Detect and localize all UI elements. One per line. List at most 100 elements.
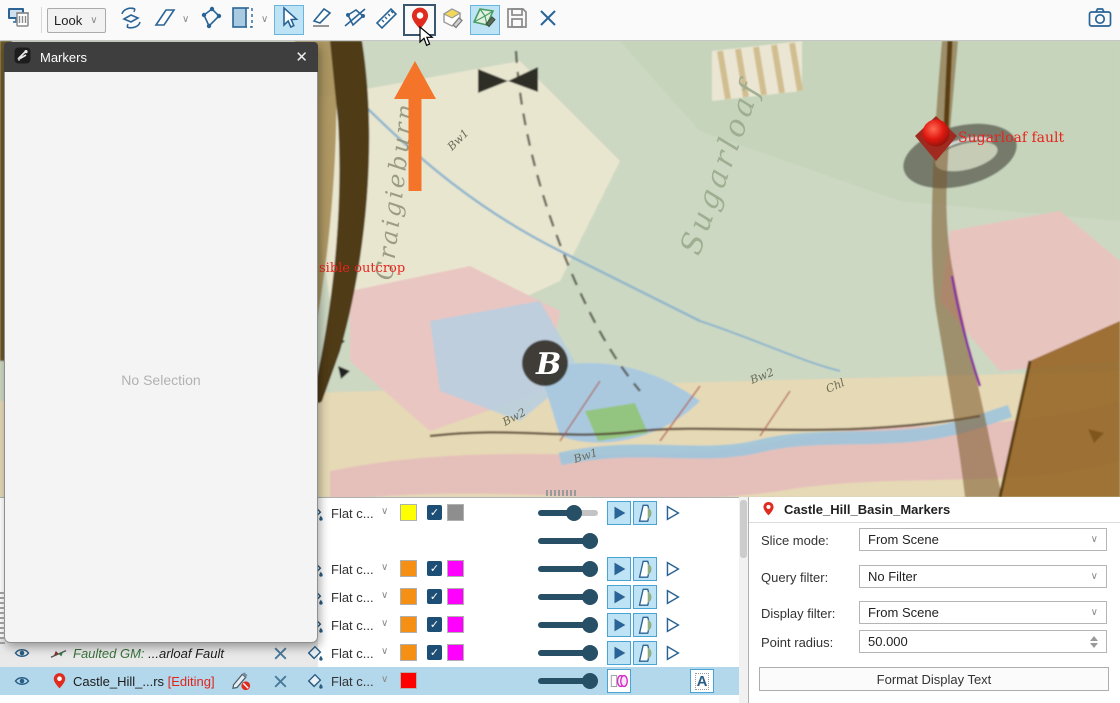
toolbar: Look ∨ ∨ ∨ [0, 0, 1120, 41]
chevron-down-icon[interactable]: ∨ [381, 674, 388, 685]
editing-badge: [Editing] [164, 674, 215, 689]
slice-flag-button[interactable] [633, 613, 657, 637]
colour-swatch[interactable] [447, 560, 464, 577]
chevron-down-icon: ∨ [1091, 534, 1098, 545]
play-button[interactable] [607, 613, 631, 637]
display-filter-select[interactable]: From Scene ∨ [859, 601, 1107, 624]
play-button[interactable] [607, 641, 631, 665]
play-outline-button[interactable] [660, 557, 684, 581]
text-format-button[interactable]: A [690, 669, 714, 693]
colour-swatch[interactable] [400, 672, 417, 689]
colour-swatch[interactable] [447, 504, 464, 521]
ruler-button[interactable] [372, 5, 402, 35]
checkbox-checked[interactable]: ✓ [427, 561, 442, 576]
opacity-slider[interactable] [538, 506, 598, 520]
slice-flag-button[interactable] [633, 501, 657, 525]
play-button[interactable] [607, 585, 631, 609]
draw-polyline-button[interactable] [340, 5, 370, 35]
play-button[interactable] [607, 557, 631, 581]
shading-dropdown[interactable]: Flat c... [331, 590, 377, 605]
chevron-down-icon[interactable]: ∨ [381, 618, 388, 629]
slice-flag-button[interactable] [633, 641, 657, 665]
chevron-down-icon[interactable]: ∨ [381, 562, 388, 573]
visibility-eye-icon[interactable] [13, 673, 31, 694]
query-filter-select[interactable]: No Filter ∨ [859, 565, 1107, 588]
opacity-slider[interactable] [538, 534, 598, 548]
no-selection-text: No Selection [5, 372, 317, 388]
left-splitter-handle[interactable] [0, 592, 5, 644]
chevron-down-icon[interactable]: ∨ [381, 506, 388, 517]
spinner-arrows-icon[interactable] [1090, 636, 1098, 648]
checkbox-checked[interactable]: ✓ [427, 617, 442, 632]
colour-swatch[interactable] [400, 644, 417, 661]
cancel-button[interactable] [533, 5, 563, 35]
play-outline-button[interactable] [660, 641, 684, 665]
checkbox-checked[interactable]: ✓ [427, 505, 442, 520]
remove-from-scene-icon[interactable] [272, 645, 289, 667]
shading-dropdown[interactable]: Flat c... [331, 618, 377, 633]
slice-mode-select[interactable]: From Scene ∨ [859, 528, 1107, 551]
shading-dropdown[interactable]: Flat c... [331, 674, 377, 689]
remove-from-scene-icon[interactable] [272, 673, 289, 695]
colour-swatch[interactable] [400, 588, 417, 605]
draw-slicer-line-icon [309, 5, 335, 36]
colour-swatch[interactable] [447, 644, 464, 661]
clear-scene-button[interactable] [5, 5, 35, 35]
select-cursor-button[interactable] [274, 5, 304, 35]
slicer-button[interactable] [150, 5, 180, 35]
draw-slicer-line-button[interactable] [307, 5, 337, 35]
colour-swatch[interactable] [447, 616, 464, 633]
slicer-dropdown-chevron[interactable]: ∨ [182, 14, 189, 25]
visibility-eye-icon[interactable] [13, 645, 31, 666]
panel-splitter-handle[interactable] [546, 490, 576, 496]
colour-bucket-icon[interactable] [306, 644, 324, 667]
opacity-slider[interactable] [538, 618, 598, 632]
scrollbar-thumb[interactable] [740, 500, 747, 558]
play-outline-button[interactable] [660, 585, 684, 609]
slice-box-dropdown-chevron[interactable]: ∨ [261, 14, 268, 25]
edit-mesh-button[interactable] [470, 5, 500, 35]
opacity-slider[interactable] [538, 590, 598, 604]
polygon-select-button[interactable] [196, 5, 226, 35]
checkbox-checked[interactable]: ✓ [427, 589, 442, 604]
draw-structural-data-button[interactable] [438, 5, 468, 35]
stop-editing-pencil-icon[interactable] [230, 670, 251, 696]
format-display-text-button[interactable]: Format Display Text [759, 667, 1109, 691]
slice-flag-button[interactable] [633, 585, 657, 609]
shape-row[interactable]: Faulted GM: ...arloaf Fault Flat c... ∨ … [0, 639, 740, 667]
colour-swatch[interactable] [447, 588, 464, 605]
markers-panel-header[interactable]: Markers ✕ [4, 42, 318, 72]
screenshot-button[interactable] [1085, 5, 1115, 35]
play-button[interactable] [607, 501, 631, 525]
scene-list-row[interactable]: Faulted GM: ...arloaf Fault [0, 639, 318, 667]
slice-box-button[interactable] [228, 5, 258, 35]
close-icon[interactable]: ✕ [295, 48, 308, 66]
shading-dropdown[interactable]: Flat c... [331, 506, 377, 521]
checkbox-checked[interactable]: ✓ [427, 645, 442, 660]
camera-icon [1087, 5, 1113, 36]
opacity-slider[interactable] [538, 562, 598, 576]
colour-swatch[interactable] [400, 504, 417, 521]
colour-swatch[interactable] [400, 616, 417, 633]
opacity-slider[interactable] [538, 646, 598, 660]
shading-dropdown[interactable]: Flat c... [331, 646, 377, 661]
point-radius-spinner[interactable]: 50.000 [859, 630, 1107, 653]
colour-swatch[interactable] [400, 560, 417, 577]
scene-list-row[interactable]: Castle_Hill_...rs [Editing] [0, 667, 318, 695]
shading-dropdown[interactable]: Flat c... [331, 562, 377, 577]
slice-flag-button[interactable] [633, 557, 657, 581]
play-outline-button[interactable] [660, 501, 684, 525]
shape-row-selected[interactable]: Castle_Hill_...rs [Editing] Flat c... ∨ … [0, 667, 740, 695]
chevron-down-icon[interactable]: ∨ [381, 646, 388, 657]
opacity-slider[interactable] [538, 674, 598, 688]
rotate-view-button[interactable] [116, 5, 146, 35]
play-outline-button[interactable] [660, 613, 684, 637]
save-button[interactable] [502, 5, 532, 35]
scrollbar-vertical[interactable] [739, 497, 748, 703]
chevron-down-icon[interactable]: ∨ [381, 590, 388, 601]
annotation-outcrop: sible outcrop [319, 261, 405, 276]
show-as-disks-button[interactable] [607, 669, 631, 693]
colour-bucket-icon[interactable] [306, 672, 324, 695]
look-dropdown[interactable]: Look ∨ [47, 8, 106, 33]
point-radius-value: 50.000 [868, 634, 908, 649]
